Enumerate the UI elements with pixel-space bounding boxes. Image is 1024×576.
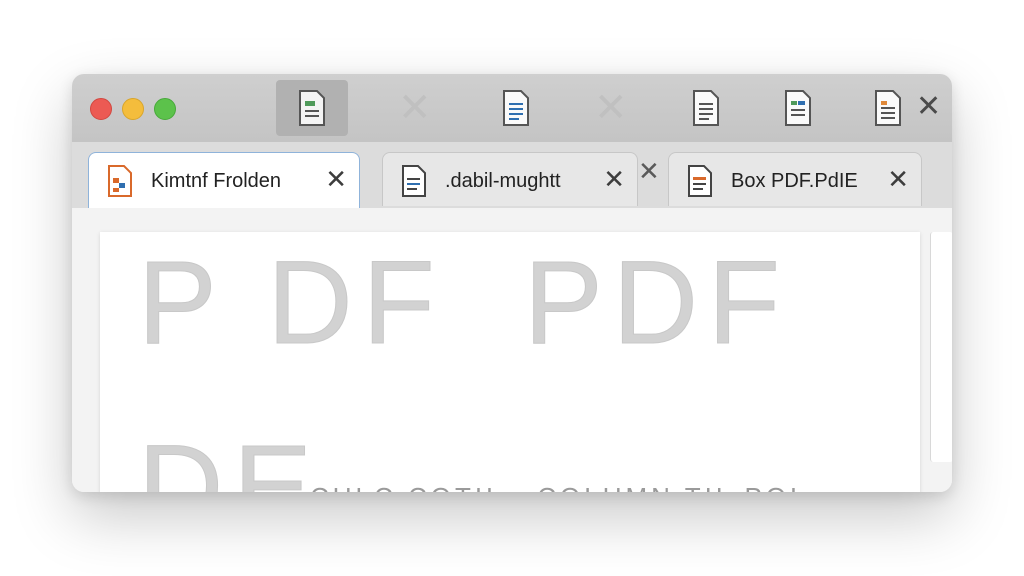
close-tab-icon[interactable]: ✕ bbox=[325, 164, 347, 194]
pdf-file-icon bbox=[108, 165, 132, 197]
page-second-line: DE bbox=[138, 421, 322, 493]
tab-label: Box PDF.PdIE bbox=[731, 170, 858, 192]
document-icon bbox=[299, 90, 325, 126]
close-tab-icon[interactable]: ✕ bbox=[887, 164, 909, 194]
close-window-button[interactable] bbox=[90, 98, 112, 120]
tab-separator-close-icon[interactable]: ✕ bbox=[638, 156, 660, 187]
tab-label: .dabil-mughtt bbox=[445, 170, 561, 192]
page-text-line: CULC COTIL . COLUMN TIL POL bbox=[310, 482, 809, 492]
tab-bar: Kimtnf Frolden ✕ .dabil-mughtt ✕ ✕ Box P… bbox=[72, 142, 952, 210]
toolbar-document-button-2[interactable] bbox=[496, 88, 536, 128]
tab-box-pdf[interactable]: Box PDF.PdIE ✕ bbox=[668, 152, 922, 206]
minimize-window-button[interactable] bbox=[122, 98, 144, 120]
document-viewer: P DF PDF DE CULC COTIL . COLUMN TIL POL bbox=[72, 208, 952, 492]
zoom-window-button[interactable] bbox=[154, 98, 176, 120]
document-icon bbox=[875, 90, 901, 126]
tab-kimtnf-frolden[interactable]: Kimtnf Frolden ✕ bbox=[88, 152, 360, 208]
document-icon bbox=[785, 90, 811, 126]
close-tab-icon[interactable]: ✕ bbox=[603, 164, 625, 194]
document-icon bbox=[693, 90, 719, 126]
toolbar-document-button-5[interactable] bbox=[868, 88, 908, 128]
ghost-close-icon: ✕ bbox=[398, 86, 432, 130]
scrollbar[interactable] bbox=[930, 232, 952, 462]
app-window: ✕ ✕ ✕ Kimtnf Frolden ✕ .dabil-mughtt ✕ ✕… bbox=[72, 74, 952, 492]
page-heading-right: PDF bbox=[524, 237, 790, 369]
toolbar-document-button-4[interactable] bbox=[778, 88, 818, 128]
toolbar-close-icon[interactable]: ✕ bbox=[916, 90, 941, 124]
pdf-file-icon bbox=[688, 165, 712, 197]
title-bar: ✕ ✕ ✕ bbox=[72, 74, 952, 142]
document-icon bbox=[503, 90, 529, 126]
text-file-icon bbox=[402, 165, 426, 197]
tab-dabil-mughtt[interactable]: .dabil-mughtt ✕ bbox=[382, 152, 638, 206]
toolbar-document-button-3[interactable] bbox=[686, 88, 726, 128]
tab-label: Kimtnf Frolden bbox=[151, 170, 282, 192]
toolbar-document-button-1[interactable] bbox=[276, 80, 348, 136]
page-heading-left: P DF bbox=[138, 237, 445, 369]
pdf-page: P DF PDF DE CULC COTIL . COLUMN TIL POL bbox=[100, 232, 920, 492]
ghost-close-icon: ✕ bbox=[594, 86, 628, 130]
